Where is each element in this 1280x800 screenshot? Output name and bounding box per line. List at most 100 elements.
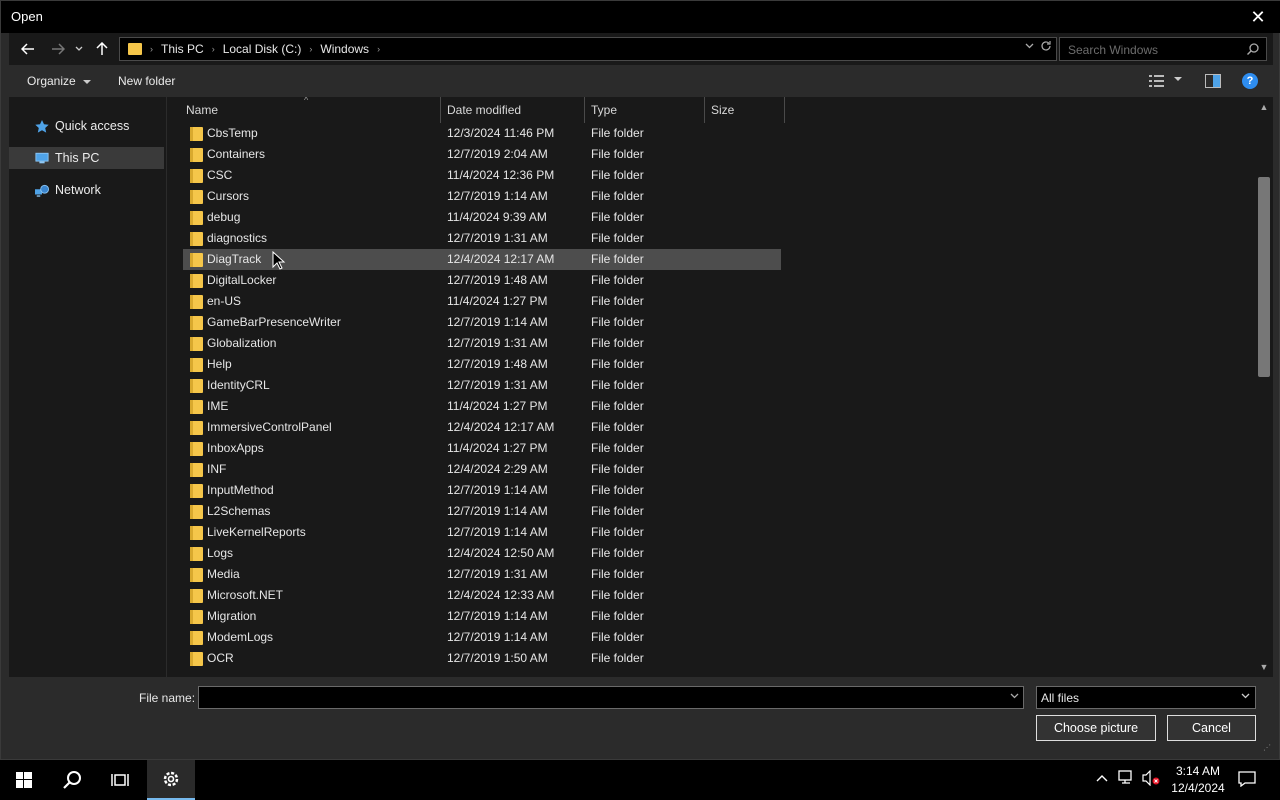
file-name-cell: Media xyxy=(207,567,240,581)
search-box[interactable]: Search Windows xyxy=(1059,37,1267,61)
settings-app-button[interactable] xyxy=(147,760,195,800)
column-header-size[interactable]: Size xyxy=(705,97,785,123)
help-icon[interactable]: ? xyxy=(1242,73,1258,89)
volume-muted-icon[interactable] xyxy=(1142,769,1160,789)
table-row[interactable]: Help 12/7/2019 1:48 AM File folder xyxy=(183,354,781,375)
preview-pane-icon[interactable] xyxy=(1205,74,1221,88)
command-toolbar: Organize New folder ? xyxy=(9,65,1273,97)
task-view-button[interactable] xyxy=(96,760,144,800)
sidebar-item-this-pc[interactable]: This PC xyxy=(9,147,164,169)
date-modified-cell: 12/7/2019 1:50 AM xyxy=(447,651,548,665)
refresh-button[interactable] xyxy=(1040,40,1052,55)
file-type-select[interactable]: All files xyxy=(1036,686,1256,709)
sidebar-item-network[interactable]: Network xyxy=(9,179,164,201)
breadcrumb-windows[interactable]: Windows xyxy=(320,42,369,56)
organize-button[interactable]: Organize xyxy=(27,74,92,88)
date-modified-cell: 12/7/2019 1:48 AM xyxy=(447,273,548,287)
taskbar-search-button[interactable] xyxy=(48,760,96,800)
table-row[interactable]: LiveKernelReports 12/7/2019 1:14 AM File f… xyxy=(183,522,781,543)
folder-icon xyxy=(190,568,203,582)
table-row[interactable]: INF 12/4/2024 2:29 AM File folder xyxy=(183,459,781,480)
scroll-up-icon[interactable]: ▲ xyxy=(1255,99,1273,115)
file-type-cell: File folder xyxy=(591,630,644,644)
forward-button[interactable] xyxy=(47,37,69,61)
file-type-cell: File folder xyxy=(591,462,644,476)
file-name-input[interactable] xyxy=(198,686,1024,709)
table-row[interactable]: en-US 11/4/2024 1:27 PM File folder xyxy=(183,291,781,312)
table-row[interactable]: CbsTemp 12/3/2024 11:46 PM File folder xyxy=(183,123,781,144)
table-row[interactable]: Media 12/7/2019 1:31 AM File folder xyxy=(183,564,781,585)
table-row[interactable]: debug 11/4/2024 9:39 AM File folder xyxy=(183,207,781,228)
open-dialog: Open ✕ › This PC › Local Disk (C:) › Win… xyxy=(0,0,1280,760)
file-name-cell: InboxApps xyxy=(207,441,264,455)
column-header-type[interactable]: Type xyxy=(585,97,705,123)
table-row[interactable]: Globalization 12/7/2019 1:31 AM File folde… xyxy=(183,333,781,354)
network-status-icon[interactable] xyxy=(1118,770,1136,789)
close-button[interactable]: ✕ xyxy=(1235,1,1280,33)
scroll-down-icon[interactable]: ▼ xyxy=(1255,659,1273,675)
folder-icon xyxy=(128,43,142,55)
table-row[interactable]: IME 11/4/2024 1:27 PM File folder xyxy=(183,396,781,417)
folder-icon xyxy=(190,379,203,393)
chevron-right-icon[interactable]: › xyxy=(309,44,312,54)
choose-picture-button[interactable]: Choose picture xyxy=(1036,715,1156,741)
file-type-cell: File folder xyxy=(591,399,644,413)
address-bar[interactable]: › This PC › Local Disk (C:) › Windows › xyxy=(119,37,1057,61)
back-button[interactable] xyxy=(17,37,39,61)
resize-grip-icon[interactable]: ⋰ xyxy=(1263,743,1271,752)
table-row[interactable]: CSC 11/4/2024 12:36 PM File folder xyxy=(183,165,781,186)
file-name-dropdown[interactable] xyxy=(1010,691,1019,702)
view-options-icon[interactable] xyxy=(1149,74,1165,88)
table-row[interactable]: InputMethod 12/7/2019 1:14 AM File folder xyxy=(183,480,781,501)
table-row[interactable]: IdentityCRL 12/7/2019 1:31 AM File folder xyxy=(183,375,781,396)
address-history-dropdown[interactable] xyxy=(1025,41,1034,52)
chevron-right-icon[interactable]: › xyxy=(212,44,215,54)
table-row[interactable]: OCR 12/7/2019 1:50 AM File folder xyxy=(183,648,781,669)
taskbar-clock[interactable]: 3:14 AM 12/4/2024 xyxy=(1168,763,1228,797)
file-type-cell: File folder xyxy=(591,504,644,518)
show-hidden-icons-icon[interactable] xyxy=(1096,770,1108,785)
file-type-value: All files xyxy=(1041,690,1080,705)
mouse-cursor-icon xyxy=(272,251,286,270)
table-row[interactable]: Microsoft.NET 12/4/2024 12:33 AM File fold… xyxy=(183,585,781,606)
table-row[interactable]: L2Schemas 12/7/2019 1:14 AM File folder xyxy=(183,501,781,522)
action-center-icon[interactable] xyxy=(1238,771,1256,790)
folder-icon xyxy=(190,211,203,225)
scroll-thumb[interactable] xyxy=(1258,177,1270,377)
folder-icon xyxy=(190,232,203,246)
cancel-button[interactable]: Cancel xyxy=(1167,715,1256,741)
search-input[interactable]: Search Windows xyxy=(1068,43,1158,57)
file-name-cell: CbsTemp xyxy=(207,126,258,140)
column-header-date-modified[interactable]: Date modified xyxy=(441,97,585,123)
breadcrumb-this-pc[interactable]: This PC xyxy=(161,42,204,56)
table-row[interactable]: Containers 12/7/2019 2:04 AM File folder xyxy=(183,144,781,165)
file-name-cell: Logs xyxy=(207,546,234,560)
chevron-right-icon[interactable]: › xyxy=(377,44,380,54)
folder-icon xyxy=(190,652,203,666)
folder-icon xyxy=(190,274,203,288)
view-dropdown[interactable] xyxy=(1174,74,1182,85)
table-row[interactable]: GameBarPresenceWriter 12/7/2019 1:14 AM Fi… xyxy=(183,312,781,333)
table-row[interactable]: Logs 12/4/2024 12:50 AM File folder xyxy=(183,543,781,564)
date-modified-cell: 12/7/2019 1:14 AM xyxy=(447,189,548,203)
folder-icon xyxy=(190,526,203,540)
table-row[interactable]: DigitalLocker 12/7/2019 1:48 AM File folde… xyxy=(183,270,781,291)
table-row[interactable]: Migration 12/7/2019 1:14 AM File folder xyxy=(183,606,781,627)
breadcrumb-local-disk[interactable]: Local Disk (C:) xyxy=(223,42,302,56)
folder-icon xyxy=(190,484,203,498)
table-row[interactable]: ModemLogs 12/7/2019 1:14 AM File folder xyxy=(183,627,781,648)
column-header-name[interactable]: Name xyxy=(180,97,441,123)
folder-icon xyxy=(190,400,203,414)
table-row[interactable]: ImmersiveControlPanel 12/4/2024 12:17 AM F… xyxy=(183,417,781,438)
table-row[interactable]: Cursors 12/7/2019 1:14 AM File folder xyxy=(183,186,781,207)
date-modified-cell: 12/7/2019 1:14 AM xyxy=(447,609,548,623)
table-row[interactable]: diagnostics 12/7/2019 1:31 AM File folder xyxy=(183,228,781,249)
sidebar-item-quick-access[interactable]: Quick access xyxy=(9,115,164,137)
recent-locations-button[interactable] xyxy=(71,37,87,61)
new-folder-button[interactable]: New folder xyxy=(118,74,175,88)
up-button[interactable] xyxy=(91,37,113,61)
folder-icon xyxy=(190,421,203,435)
vertical-scrollbar[interactable]: ▲ ▼ xyxy=(1255,97,1273,677)
table-row[interactable]: InboxApps 11/4/2024 1:27 PM File folder xyxy=(183,438,781,459)
start-button[interactable] xyxy=(0,760,48,800)
